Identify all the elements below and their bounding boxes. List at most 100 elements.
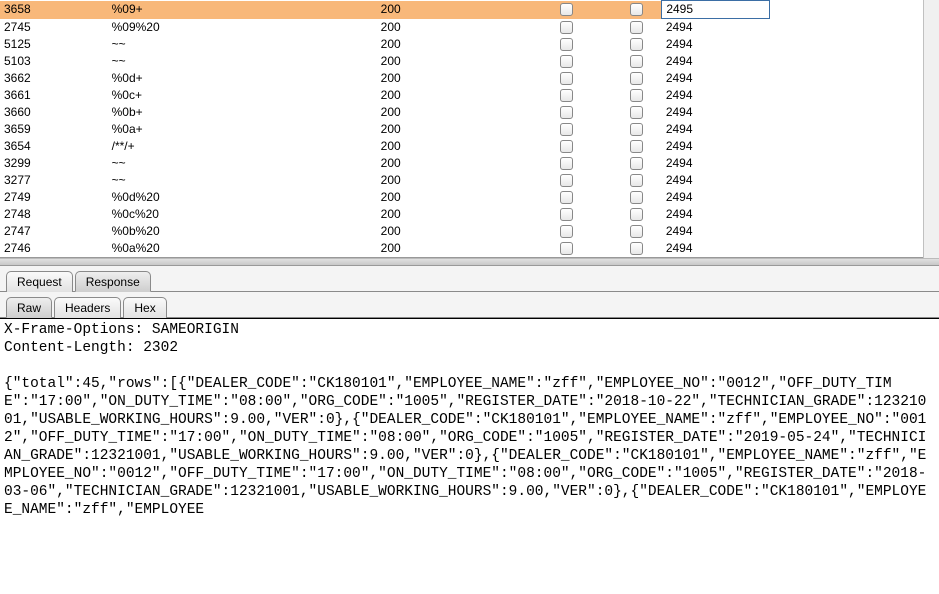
- cell-checkbox-1[interactable]: [522, 53, 611, 70]
- cell-checkbox-1[interactable]: [522, 155, 611, 172]
- checkbox-icon[interactable]: [630, 140, 643, 153]
- table-row[interactable]: 5125~~2002494: [0, 36, 770, 53]
- table-row[interactable]: 3662%0d+2002494: [0, 70, 770, 87]
- cell-status: 200: [377, 87, 522, 104]
- tab-response[interactable]: Response: [75, 271, 151, 292]
- checkbox-icon[interactable]: [560, 123, 573, 136]
- checkbox-icon[interactable]: [560, 21, 573, 34]
- request-response-tabs: Request Response: [0, 266, 939, 292]
- checkbox-icon[interactable]: [560, 106, 573, 119]
- cell-id: 2745: [0, 19, 108, 37]
- table-row[interactable]: 3659%0a+2002494: [0, 121, 770, 138]
- cell-checkbox-1[interactable]: [522, 206, 611, 223]
- checkbox-icon[interactable]: [630, 3, 643, 16]
- cell-checkbox-1[interactable]: [522, 70, 611, 87]
- cell-checkbox-2[interactable]: [611, 36, 662, 53]
- table-row[interactable]: 3654/**/+2002494: [0, 138, 770, 155]
- cell-checkbox-2[interactable]: [611, 104, 662, 121]
- cell-checkbox-2[interactable]: [611, 70, 662, 87]
- cell-status: 200: [377, 1, 522, 19]
- cell-payload: %0a%20: [108, 240, 377, 257]
- response-raw-body[interactable]: X-Frame-Options: SAMEORIGIN Content-Leng…: [0, 318, 939, 521]
- cell-checkbox-2[interactable]: [611, 223, 662, 240]
- cell-length: 2494: [662, 240, 770, 257]
- pane-divider[interactable]: [0, 258, 939, 266]
- cell-checkbox-2[interactable]: [611, 121, 662, 138]
- cell-status: 200: [377, 172, 522, 189]
- cell-checkbox-2[interactable]: [611, 206, 662, 223]
- table-row[interactable]: 3658%09+2002495: [0, 1, 770, 19]
- cell-checkbox-1[interactable]: [522, 172, 611, 189]
- cell-checkbox-1[interactable]: [522, 87, 611, 104]
- checkbox-icon[interactable]: [630, 174, 643, 187]
- cell-checkbox-2[interactable]: [611, 240, 662, 257]
- checkbox-icon[interactable]: [630, 89, 643, 102]
- tab-hex[interactable]: Hex: [123, 297, 166, 318]
- cell-checkbox-2[interactable]: [611, 53, 662, 70]
- checkbox-icon[interactable]: [560, 55, 573, 68]
- cell-payload: ~~: [108, 53, 377, 70]
- table-row[interactable]: 2746%0a%202002494: [0, 240, 770, 257]
- tab-headers[interactable]: Headers: [54, 297, 121, 318]
- tab-request[interactable]: Request: [6, 271, 73, 292]
- cell-checkbox-1[interactable]: [522, 138, 611, 155]
- checkbox-icon[interactable]: [630, 225, 643, 238]
- checkbox-icon[interactable]: [630, 208, 643, 221]
- cell-checkbox-1[interactable]: [522, 19, 611, 37]
- cell-checkbox-1[interactable]: [522, 121, 611, 138]
- table-row[interactable]: 2745%09%202002494: [0, 19, 770, 37]
- table-row[interactable]: 5103~~2002494: [0, 53, 770, 70]
- table-row[interactable]: 2747%0b%202002494: [0, 223, 770, 240]
- cell-checkbox-1[interactable]: [522, 223, 611, 240]
- checkbox-icon[interactable]: [560, 140, 573, 153]
- cell-checkbox-2[interactable]: [611, 155, 662, 172]
- table-row[interactable]: 3277~~2002494: [0, 172, 770, 189]
- cell-checkbox-2[interactable]: [611, 138, 662, 155]
- checkbox-icon[interactable]: [560, 72, 573, 85]
- table-row[interactable]: 3299~~2002494: [0, 155, 770, 172]
- cell-checkbox-1[interactable]: [522, 104, 611, 121]
- cell-checkbox-2[interactable]: [611, 172, 662, 189]
- results-table-section: 3658%09+20024952745%09%2020024945125~~20…: [0, 0, 939, 258]
- results-table[interactable]: 3658%09+20024952745%09%2020024945125~~20…: [0, 0, 770, 258]
- checkbox-icon[interactable]: [560, 157, 573, 170]
- vertical-scrollbar[interactable]: [923, 0, 939, 258]
- checkbox-icon[interactable]: [560, 174, 573, 187]
- cell-checkbox-1[interactable]: [522, 36, 611, 53]
- table-row[interactable]: 3661%0c+2002494: [0, 87, 770, 104]
- cell-checkbox-1[interactable]: [522, 1, 611, 19]
- cell-id: 2746: [0, 240, 108, 257]
- cell-id: 3662: [0, 70, 108, 87]
- checkbox-icon[interactable]: [630, 21, 643, 34]
- cell-checkbox-2[interactable]: [611, 189, 662, 206]
- cell-checkbox-2[interactable]: [611, 1, 662, 19]
- checkbox-icon[interactable]: [560, 208, 573, 221]
- cell-payload: ~~: [108, 36, 377, 53]
- checkbox-icon[interactable]: [630, 72, 643, 85]
- tab-raw[interactable]: Raw: [6, 297, 52, 318]
- checkbox-icon[interactable]: [630, 157, 643, 170]
- table-row[interactable]: 3660%0b+2002494: [0, 104, 770, 121]
- checkbox-icon[interactable]: [560, 38, 573, 51]
- cell-id: 3660: [0, 104, 108, 121]
- checkbox-icon[interactable]: [560, 191, 573, 204]
- checkbox-icon[interactable]: [630, 55, 643, 68]
- checkbox-icon[interactable]: [630, 38, 643, 51]
- cell-checkbox-2[interactable]: [611, 19, 662, 37]
- cell-status: 200: [377, 19, 522, 37]
- checkbox-icon[interactable]: [560, 3, 573, 16]
- checkbox-icon[interactable]: [630, 106, 643, 119]
- table-row[interactable]: 2748%0c%202002494: [0, 206, 770, 223]
- checkbox-icon[interactable]: [630, 123, 643, 136]
- cell-checkbox-1[interactable]: [522, 189, 611, 206]
- table-row[interactable]: 2749%0d%202002494: [0, 189, 770, 206]
- cell-checkbox-1[interactable]: [522, 240, 611, 257]
- cell-checkbox-2[interactable]: [611, 87, 662, 104]
- checkbox-icon[interactable]: [560, 242, 573, 255]
- checkbox-icon[interactable]: [630, 191, 643, 204]
- cell-length: 2494: [662, 70, 770, 87]
- checkbox-icon[interactable]: [560, 225, 573, 238]
- checkbox-icon[interactable]: [630, 242, 643, 255]
- cell-length: 2494: [662, 87, 770, 104]
- checkbox-icon[interactable]: [560, 89, 573, 102]
